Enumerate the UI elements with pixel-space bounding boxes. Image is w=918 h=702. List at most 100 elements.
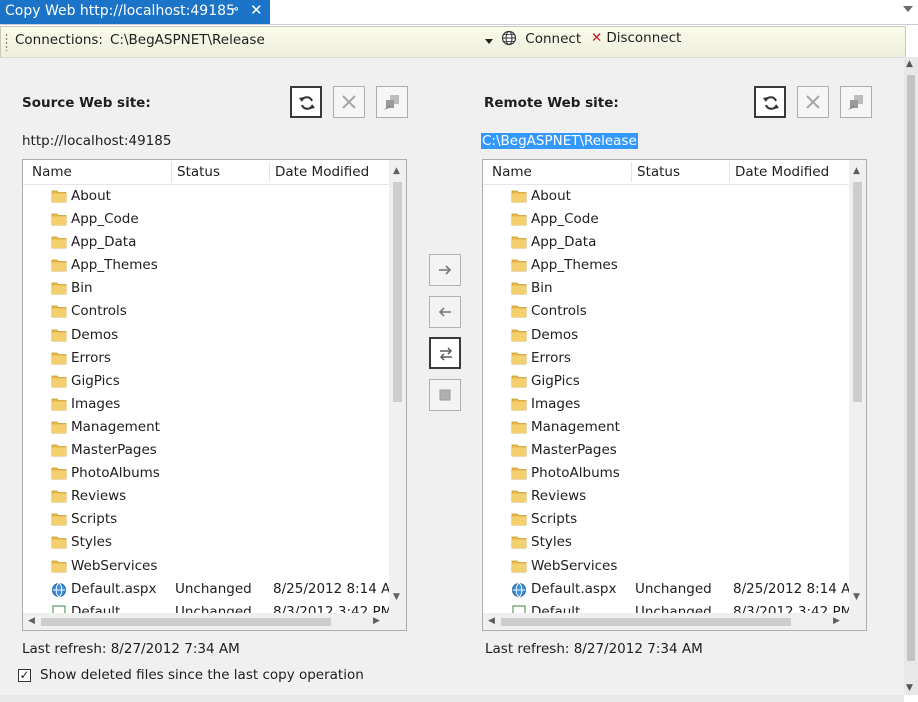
toolbar-grip-icon[interactable] xyxy=(5,33,8,51)
scroll-up-icon[interactable]: ▲ xyxy=(853,166,860,176)
scroll-down-icon[interactable]: ▼ xyxy=(393,592,400,602)
list-item[interactable]: Images xyxy=(483,393,850,416)
remote-file-list[interactable]: Name Status Date Modified About App_Code A… xyxy=(482,159,867,631)
column-separator[interactable] xyxy=(269,162,270,182)
source-delete-button[interactable] xyxy=(333,86,365,118)
remote-horizontal-scrollbar[interactable]: ◀ ▶ xyxy=(483,613,850,630)
column-date-modified[interactable]: Date Modified xyxy=(735,164,829,180)
list-item[interactable]: Reviews xyxy=(23,485,390,508)
chevron-down-icon[interactable] xyxy=(485,39,493,44)
list-item[interactable]: Controls xyxy=(483,300,850,323)
column-date-modified[interactable]: Date Modified xyxy=(275,164,369,180)
scrollbar-thumb[interactable] xyxy=(41,618,331,626)
list-item[interactable]: About xyxy=(23,185,390,208)
source-view-log-button[interactable] xyxy=(376,86,408,118)
source-file-list[interactable]: Name Status Date Modified About App_Code A… xyxy=(22,159,407,631)
scrollbar-thumb[interactable] xyxy=(501,618,791,626)
disconnect-button[interactable]: ✕ Disconnect xyxy=(591,30,681,52)
list-item[interactable]: Bin xyxy=(483,277,850,300)
show-deleted-label[interactable]: Show deleted files since the last copy o… xyxy=(40,667,364,683)
list-item[interactable]: Errors xyxy=(23,347,390,370)
close-icon[interactable]: ✕ xyxy=(250,1,263,19)
list-item[interactable]: Styles xyxy=(23,531,390,554)
list-item[interactable]: PhotoAlbums xyxy=(483,462,850,485)
list-item[interactable]: MasterPages xyxy=(23,439,390,462)
list-item[interactable]: Controls xyxy=(23,300,390,323)
scrollbar-thumb[interactable] xyxy=(393,182,402,402)
list-item[interactable]: WebServices xyxy=(23,555,390,578)
list-item[interactable]: Default... Unchanged 8/3/2012 3:42 PM xyxy=(23,601,390,613)
list-item[interactable]: Default.aspx Unchanged 8/25/2012 8:14 AM xyxy=(23,578,390,601)
scroll-right-icon[interactable]: ▶ xyxy=(833,616,840,626)
column-status[interactable]: Status xyxy=(177,164,220,180)
stop-button[interactable] xyxy=(429,379,461,411)
list-item[interactable]: GigPics xyxy=(23,370,390,393)
panel-vertical-scrollbar[interactable]: ▲ ▼ xyxy=(904,57,918,695)
list-item[interactable]: Scripts xyxy=(23,508,390,531)
list-item[interactable]: Errors xyxy=(483,347,850,370)
column-separator[interactable] xyxy=(631,162,632,182)
tab-title: Copy Web http://localhost:49185 xyxy=(5,3,235,19)
tab-dropdown-icon[interactable] xyxy=(903,6,913,12)
remote-refresh-button[interactable] xyxy=(754,86,786,118)
list-item[interactable]: Images xyxy=(23,393,390,416)
list-item[interactable]: App_Code xyxy=(483,208,850,231)
column-status[interactable]: Status xyxy=(637,164,680,180)
list-item[interactable]: App_Themes xyxy=(23,254,390,277)
column-separator[interactable] xyxy=(729,162,730,182)
remote-delete-button[interactable] xyxy=(797,86,829,118)
item-name: GigPics xyxy=(531,372,580,389)
item-name: Images xyxy=(531,395,581,412)
list-item[interactable]: Reviews xyxy=(483,485,850,508)
list-item[interactable]: MasterPages xyxy=(483,439,850,462)
scroll-left-icon[interactable]: ◀ xyxy=(488,616,495,626)
item-name: Default.aspx xyxy=(531,580,617,597)
list-item[interactable]: Management xyxy=(23,416,390,439)
folder-icon xyxy=(51,213,67,226)
pin-icon[interactable]: ⊸ xyxy=(228,2,239,17)
source-vertical-scrollbar[interactable]: ▲ ▼ xyxy=(389,160,406,613)
scroll-up-icon[interactable]: ▲ xyxy=(906,59,913,69)
scroll-down-icon[interactable]: ▼ xyxy=(906,683,913,693)
source-refresh-button[interactable] xyxy=(290,86,322,118)
scroll-left-icon[interactable]: ◀ xyxy=(28,616,35,626)
list-item[interactable]: App_Themes xyxy=(483,254,850,277)
list-item[interactable]: App_Code xyxy=(23,208,390,231)
list-item[interactable]: About xyxy=(483,185,850,208)
connections-dropdown[interactable]: C:\BegASPNET\Release xyxy=(106,30,496,52)
list-item[interactable]: WebServices xyxy=(483,555,850,578)
list-item[interactable]: Management xyxy=(483,416,850,439)
list-item[interactable]: Default... Unchanged 8/3/2012 3:42 PM xyxy=(483,601,850,613)
panel-horizontal-scrollbar[interactable] xyxy=(0,695,904,702)
scroll-up-icon[interactable]: ▲ xyxy=(393,166,400,176)
scroll-down-icon[interactable]: ▼ xyxy=(853,592,860,602)
remote-vertical-scrollbar[interactable]: ▲ ▼ xyxy=(849,160,866,613)
folder-icon xyxy=(51,490,67,503)
list-item[interactable]: GigPics xyxy=(483,370,850,393)
scrollbar-thumb[interactable] xyxy=(853,182,862,402)
list-item[interactable]: Styles xyxy=(483,531,850,554)
source-horizontal-scrollbar[interactable]: ◀ ▶ xyxy=(23,613,390,630)
document-tab[interactable]: Copy Web http://localhost:49185 ⊸ ✕ xyxy=(0,0,270,24)
copy-to-remote-button[interactable] xyxy=(429,254,461,286)
scrollbar-thumb[interactable] xyxy=(907,75,915,661)
copy-to-source-button[interactable] xyxy=(429,296,461,328)
list-item[interactable]: Bin xyxy=(23,277,390,300)
scroll-right-icon[interactable]: ▶ xyxy=(373,616,380,626)
connect-button[interactable]: Connect xyxy=(501,30,581,52)
list-item[interactable]: Demos xyxy=(483,324,850,347)
synchronize-button[interactable] xyxy=(429,337,461,369)
list-item[interactable]: PhotoAlbums xyxy=(23,462,390,485)
list-item[interactable]: Default.aspx Unchanged 8/25/2012 8:14 AM xyxy=(483,578,850,601)
show-deleted-checkbox[interactable]: ✓ xyxy=(18,669,31,682)
column-name[interactable]: Name xyxy=(32,164,72,180)
column-separator[interactable] xyxy=(171,162,172,182)
list-item[interactable]: Demos xyxy=(23,324,390,347)
column-name[interactable]: Name xyxy=(492,164,532,180)
remote-view-log-button[interactable] xyxy=(840,86,872,118)
list-item[interactable]: App_Data xyxy=(23,231,390,254)
remote-path[interactable]: C:\BegASPNET\Release xyxy=(481,133,638,149)
list-item[interactable]: Scripts xyxy=(483,508,850,531)
folder-icon xyxy=(511,259,527,272)
list-item[interactable]: App_Data xyxy=(483,231,850,254)
